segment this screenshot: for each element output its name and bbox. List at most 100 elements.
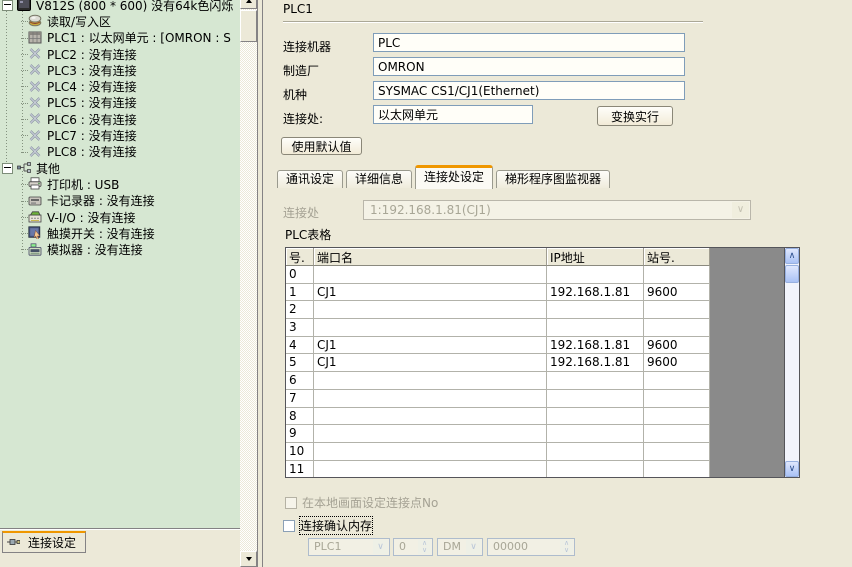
tree-item[interactable]: 模拟器 : 没有连接: [0, 241, 240, 257]
table-cell[interactable]: 1: [286, 284, 314, 302]
tab-connection-settings[interactable]: 连接设定: [2, 531, 86, 553]
table-cell[interactable]: [547, 425, 644, 443]
connection-port-input[interactable]: [373, 105, 533, 124]
tab-connection-point-settings[interactable]: 连接处设定: [415, 165, 493, 189]
confirm-memory-checkbox-row[interactable]: 连接确认内存: [283, 517, 372, 534]
table-cell[interactable]: [644, 301, 710, 319]
table-cell[interactable]: CJ1: [314, 284, 547, 302]
table-cell[interactable]: 192.168.1.81: [547, 354, 644, 372]
tab-ladder-monitor[interactable]: 梯形程序图监视器: [496, 170, 610, 188]
tree-item-label[interactable]: PLC4 : 没有连接: [47, 78, 137, 95]
tree-item-label[interactable]: 模拟器 : 没有连接: [47, 241, 143, 258]
tree-item-label[interactable]: 其他: [36, 160, 60, 177]
scroll-down-button[interactable]: [240, 551, 257, 567]
table-cell[interactable]: [644, 408, 710, 426]
table-cell[interactable]: [314, 408, 547, 426]
table-row[interactable]: 7: [286, 390, 710, 408]
table-scrollbar-thumb[interactable]: [785, 265, 799, 283]
tree-item[interactable]: 其他: [0, 160, 240, 176]
tree-item-label[interactable]: PLC8 : 没有连接: [47, 143, 137, 160]
table-cell[interactable]: 6: [286, 372, 314, 390]
table-cell[interactable]: [644, 461, 710, 478]
scroll-up-button[interactable]: [240, 0, 257, 9]
table-cell[interactable]: 5: [286, 354, 314, 372]
model-input[interactable]: [373, 81, 685, 100]
tree-item-label[interactable]: 触摸开关 : 没有连接: [47, 225, 155, 242]
table-cell[interactable]: [547, 408, 644, 426]
table-vertical-scrollbar[interactable]: ∧ ∨: [785, 248, 799, 477]
tree-vertical-scrollbar[interactable]: [240, 0, 257, 567]
tree-item-label[interactable]: 打印机 : USB: [47, 176, 119, 193]
table-row[interactable]: 9: [286, 425, 710, 443]
use-defaults-button[interactable]: 使用默认值: [281, 137, 362, 155]
tab-detail-info[interactable]: 详细信息: [346, 170, 412, 188]
tree-item[interactable]: 读取/写入区: [0, 13, 240, 29]
table-cell[interactable]: 192.168.1.81: [547, 337, 644, 355]
tree-item-label[interactable]: PLC3 : 没有连接: [47, 62, 137, 79]
table-cell[interactable]: [314, 319, 547, 337]
table-cell[interactable]: 2: [286, 301, 314, 319]
tree-item-label[interactable]: PLC5 : 没有连接: [47, 94, 137, 111]
tree-item[interactable]: PLC3 : 没有连接: [0, 62, 240, 78]
tree-item-label[interactable]: PLC7 : 没有连接: [47, 127, 137, 144]
table-row[interactable]: 0: [286, 266, 710, 284]
table-cell[interactable]: [547, 319, 644, 337]
tree-item-label[interactable]: PLC2 : 没有连接: [47, 46, 137, 63]
manufacturer-input[interactable]: [373, 57, 685, 76]
table-cell[interactable]: [547, 390, 644, 408]
table-cell[interactable]: 3: [286, 319, 314, 337]
tree-item[interactable]: V812S (800 * 600) 没有64k色闪烁: [0, 0, 240, 13]
table-row[interactable]: 8: [286, 408, 710, 426]
table-cell[interactable]: 0: [286, 266, 314, 284]
tree-item[interactable]: PLC7 : 没有连接: [0, 127, 240, 143]
table-cell[interactable]: [644, 319, 710, 337]
tree-item[interactable]: PLC4 : 没有连接: [0, 78, 240, 94]
table-row[interactable]: 3: [286, 319, 710, 337]
table-cell[interactable]: 11: [286, 461, 314, 478]
tab-communication-settings[interactable]: 通讯设定: [277, 170, 343, 188]
table-cell[interactable]: [547, 301, 644, 319]
table-cell[interactable]: [644, 425, 710, 443]
table-row[interactable]: 4CJ1192.168.1.819600: [286, 337, 710, 355]
table-row[interactable]: 6: [286, 372, 710, 390]
tree-item[interactable]: PLC5 : 没有连接: [0, 95, 240, 111]
table-cell[interactable]: [644, 266, 710, 284]
confirm-memory-checkbox-label[interactable]: 连接确认内存: [300, 517, 372, 534]
scrollbar-thumb[interactable]: [240, 10, 257, 42]
table-cell[interactable]: [547, 372, 644, 390]
table-cell[interactable]: 9600: [644, 284, 710, 302]
tree-expander-minus[interactable]: [2, 0, 13, 11]
table-cell[interactable]: [314, 390, 547, 408]
tree-item-label[interactable]: 卡记录器 : 没有连接: [47, 192, 155, 209]
table-cell[interactable]: [314, 301, 547, 319]
tree-item-label[interactable]: V812S (800 * 600) 没有64k色闪烁: [36, 0, 233, 14]
tree-item[interactable]: PLC8 : 没有连接: [0, 144, 240, 160]
tree-expander-minus[interactable]: [2, 163, 13, 174]
table-row[interactable]: 1CJ1192.168.1.819600: [286, 284, 710, 302]
tree-item-label[interactable]: V-I/O : 没有连接: [47, 209, 136, 226]
table-scroll-up-button[interactable]: ∧: [785, 248, 799, 264]
table-cell[interactable]: 9: [286, 425, 314, 443]
table-cell[interactable]: [644, 372, 710, 390]
convert-execute-button[interactable]: 变换实行: [597, 106, 673, 126]
table-cell[interactable]: CJ1: [314, 354, 547, 372]
table-cell[interactable]: [547, 461, 644, 478]
table-cell[interactable]: [547, 266, 644, 284]
tree-item-label[interactable]: PLC1 : 以太网单元 : [OMRON : S: [47, 29, 231, 46]
table-cell[interactable]: [314, 443, 547, 461]
table-cell[interactable]: 4: [286, 337, 314, 355]
table-cell[interactable]: 7: [286, 390, 314, 408]
table-cell[interactable]: [314, 266, 547, 284]
tree-item-label[interactable]: 读取/写入区: [47, 13, 111, 30]
tree-item[interactable]: 触摸开关 : 没有连接: [0, 225, 240, 241]
table-cell[interactable]: [314, 372, 547, 390]
table-cell[interactable]: [644, 390, 710, 408]
table-cell[interactable]: 10: [286, 443, 314, 461]
table-row[interactable]: 5CJ1192.168.1.819600: [286, 354, 710, 372]
confirm-memory-checkbox[interactable]: [283, 520, 295, 532]
table-cell[interactable]: 9600: [644, 354, 710, 372]
table-cell[interactable]: [314, 425, 547, 443]
table-cell[interactable]: 9600: [644, 337, 710, 355]
table-cell[interactable]: [547, 443, 644, 461]
table-cell[interactable]: CJ1: [314, 337, 547, 355]
